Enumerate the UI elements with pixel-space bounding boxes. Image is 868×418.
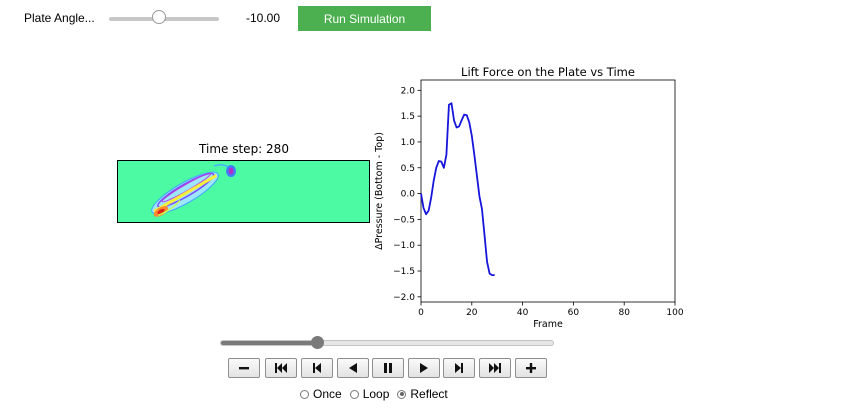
faster-button[interactable]	[515, 358, 547, 378]
plus-icon	[526, 363, 536, 373]
plate-angle-value: -10.00	[246, 11, 281, 25]
loop-mode-selector: Once Loop Reflect	[300, 386, 456, 402]
x-tick-label: 100	[666, 308, 683, 318]
first-frame-button[interactable]	[265, 358, 297, 378]
radio-loop[interactable]	[349, 389, 359, 399]
y-tick-label: 0.0	[401, 190, 416, 200]
simulation-controls: Plate Angle... -10.00 Run Simulation	[0, 0, 868, 38]
flow-field-visualization	[151, 163, 236, 217]
y-tick-label: −1.5	[393, 267, 415, 277]
last-frame-button[interactable]	[479, 358, 511, 378]
mode-label-once: Once	[313, 387, 342, 401]
radio-reflect[interactable]	[397, 389, 407, 399]
step-forward-icon	[455, 363, 463, 373]
y-tick-label: −0.5	[393, 215, 415, 225]
play-icon	[420, 363, 428, 373]
next-frame-button[interactable]	[443, 358, 475, 378]
y-tick-label: 1.5	[401, 112, 415, 122]
x-axis-label: Frame	[533, 319, 563, 330]
run-simulation-button[interactable]: Run Simulation	[298, 6, 431, 31]
plate-angle-slider-handle[interactable]	[151, 10, 166, 24]
lift-force-chart: Lift Force on the Plate vs Time 0 20 40 60 80…	[374, 65, 684, 330]
play-button[interactable]	[408, 358, 440, 378]
lift-series-line-0	[420, 102, 495, 277]
mode-label-loop: Loop	[362, 387, 390, 401]
simulation-field-image	[117, 160, 370, 223]
play-reverse-button[interactable]	[337, 358, 369, 378]
pause-button[interactable]	[372, 358, 404, 378]
y-tick-label: −1.0	[393, 241, 415, 251]
x-tick-label: 0	[418, 308, 424, 318]
y-tick-label: 2.0	[401, 86, 416, 96]
x-tick-label: 40	[517, 308, 529, 318]
y-tick-label: 1.0	[401, 138, 416, 148]
y-tick-label: 0.5	[401, 164, 415, 174]
radio-once[interactable]	[300, 389, 309, 399]
mode-option-loop[interactable]: Loop	[349, 387, 390, 401]
chart-title: Lift Force on the Plate vs Time	[461, 65, 635, 79]
time-step-title: Time step: 280	[199, 142, 289, 156]
y-axis-label: ΔPressure (Bottom - Top)	[374, 132, 385, 250]
mode-option-once[interactable]: Once	[300, 387, 342, 401]
skip-to-start-icon	[275, 363, 287, 373]
mode-label-reflect: Reflect	[410, 387, 448, 401]
animation-slider-handle[interactable]	[310, 336, 324, 349]
previous-frame-button[interactable]	[301, 358, 333, 378]
mode-option-reflect[interactable]: Reflect	[397, 387, 448, 401]
play-reverse-icon	[349, 363, 357, 373]
skip-to-end-icon	[489, 363, 501, 373]
chart-plot-frame	[420, 79, 676, 303]
y-tick-label: −2.0	[393, 293, 415, 303]
x-tick-label: 60	[568, 308, 580, 318]
x-tick-label: 20	[466, 308, 478, 318]
animation-frame-slider[interactable]	[220, 340, 554, 346]
animation-slider-fill	[221, 341, 318, 345]
x-tick-label: 80	[618, 308, 630, 318]
minus-icon	[239, 367, 249, 370]
step-back-icon	[313, 363, 321, 373]
slower-button[interactable]	[228, 358, 260, 378]
plate-angle-label: Plate Angle...	[24, 11, 95, 25]
pause-icon	[384, 363, 392, 373]
